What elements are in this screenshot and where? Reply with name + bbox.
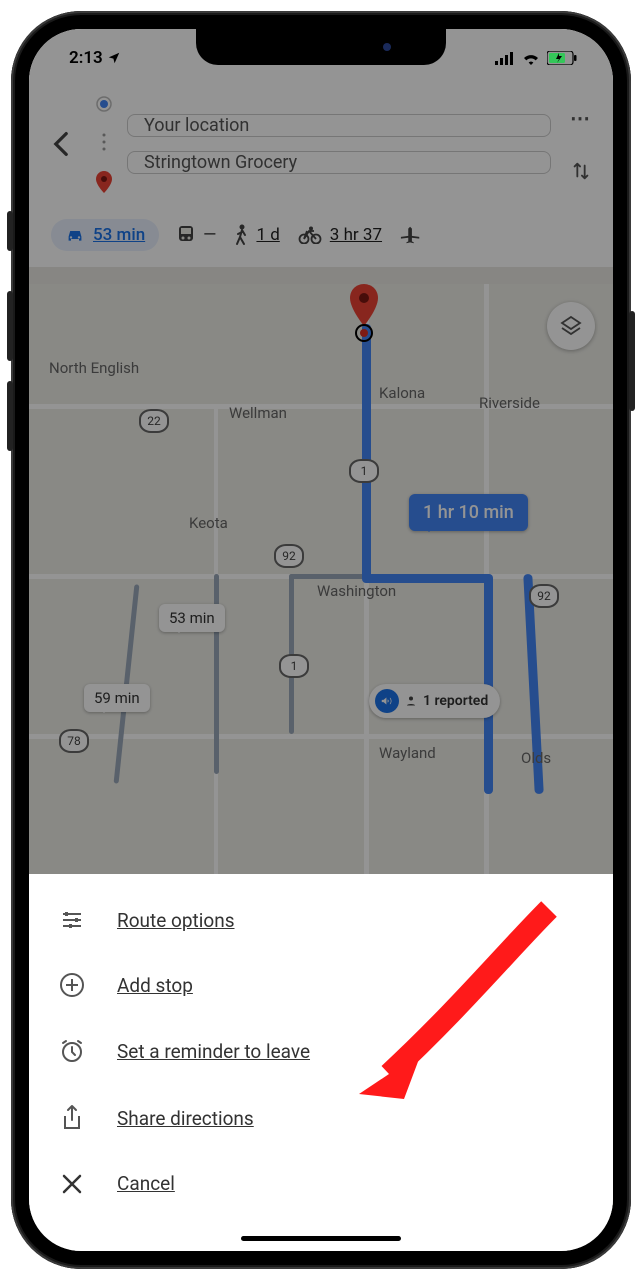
- mode-bike-label: 3 hr 37: [330, 225, 382, 245]
- map-destination-pin-icon: [349, 284, 379, 326]
- person-icon: [405, 695, 417, 707]
- route-alt-label: 59 min: [84, 684, 150, 712]
- cellular-icon: [495, 52, 515, 65]
- mode-walk-label: 1 d: [256, 225, 279, 245]
- car-icon: [65, 227, 85, 243]
- sheet-item-set-reminder[interactable]: Set a reminder to leave: [29, 1018, 613, 1084]
- map-town: Wayland: [379, 744, 436, 762]
- walk-icon: [234, 224, 248, 246]
- layers-icon: [559, 314, 583, 338]
- status-time: 2:13: [69, 48, 103, 68]
- phone-side-button: [629, 311, 635, 411]
- origin-dot-icon: [95, 95, 113, 113]
- phone-side-button: [7, 381, 13, 451]
- sheet-item-route-options[interactable]: Route options: [29, 888, 613, 952]
- route-shield: 22: [139, 409, 169, 433]
- map-town: Wellman: [229, 404, 287, 422]
- layers-button[interactable]: [547, 302, 595, 350]
- plane-icon: [400, 224, 422, 246]
- plus-circle-icon: [59, 972, 85, 998]
- sliders-icon: [60, 908, 84, 932]
- back-button[interactable]: [41, 131, 81, 157]
- origin-text: Your location: [144, 115, 249, 136]
- reported-text: 1 reported: [423, 693, 488, 709]
- map-town: Riverside: [479, 394, 540, 412]
- transit-icon: [177, 225, 195, 245]
- map-town: Olds: [521, 749, 551, 767]
- route-primary-label: 1 hr 10 min: [409, 494, 528, 531]
- sheet-label: Set a reminder to leave: [117, 1040, 310, 1063]
- sheet-label: Route options: [117, 909, 235, 932]
- map-town: North English: [49, 359, 139, 377]
- destination-pin-icon: [96, 171, 112, 193]
- sheet-item-share-directions[interactable]: Share directions: [29, 1084, 613, 1152]
- map-town: Washington: [317, 582, 396, 600]
- route-shield: 1: [279, 654, 309, 678]
- bike-icon: [298, 226, 322, 244]
- location-arrow-icon: [107, 51, 121, 65]
- chevron-left-icon: [52, 131, 70, 157]
- phone-side-button: [7, 211, 13, 251]
- sheet-label: Share directions: [117, 1107, 254, 1130]
- destination-input[interactable]: Stringtown Grocery: [127, 151, 551, 174]
- battery-icon: [547, 51, 577, 65]
- wifi-icon: [521, 51, 541, 65]
- mode-transit-label: —: [203, 225, 216, 245]
- sheet-label: Add stop: [117, 974, 193, 997]
- route-shield: 92: [529, 584, 559, 608]
- swap-icon: [570, 160, 592, 182]
- close-icon: [61, 1173, 83, 1195]
- sheet-item-cancel[interactable]: Cancel: [29, 1152, 613, 1215]
- mode-flight[interactable]: [400, 224, 422, 246]
- status-right: [495, 43, 583, 65]
- route-shield: 1: [349, 459, 379, 483]
- route-shield: 78: [59, 729, 89, 753]
- notch: [196, 29, 446, 65]
- mode-drive[interactable]: 53 min: [51, 219, 159, 251]
- sheet-label: Cancel: [117, 1172, 175, 1195]
- map-town: Keota: [189, 514, 228, 532]
- phone-side-button: [7, 291, 13, 361]
- megaphone-icon: [375, 689, 399, 713]
- home-indicator[interactable]: [241, 1236, 401, 1241]
- dots-vertical-icon: [102, 132, 106, 152]
- camera-dot: [383, 43, 391, 51]
- mode-bike[interactable]: 3 hr 37: [298, 225, 382, 245]
- route-shield: 92: [274, 544, 304, 568]
- alarm-icon: [59, 1038, 85, 1064]
- more-options-button[interactable]: ⋯: [561, 106, 601, 130]
- swap-button[interactable]: [561, 160, 601, 182]
- phone-frame: 2:13 You: [11, 11, 631, 1269]
- status-left: 2:13: [59, 40, 121, 68]
- map-origin-ring-icon: [355, 324, 373, 342]
- destination-text: Stringtown Grocery: [144, 152, 297, 173]
- sheet-item-add-stop[interactable]: Add stop: [29, 952, 613, 1018]
- origin-input[interactable]: Your location: [127, 114, 551, 137]
- route-alt-label: 53 min: [159, 604, 225, 632]
- map-town: Kalona: [379, 384, 425, 402]
- screen: 2:13 You: [29, 29, 613, 1251]
- mode-transit[interactable]: —: [177, 225, 216, 245]
- share-icon: [60, 1104, 84, 1132]
- reported-pill[interactable]: 1 reported: [369, 684, 500, 718]
- mode-walk[interactable]: 1 d: [234, 224, 279, 246]
- travel-mode-row: 53 min — 1 d 3 hr 37: [41, 209, 601, 255]
- mode-drive-label: 53 min: [93, 225, 145, 245]
- options-sheet: Route options Add stop Set a reminder to…: [29, 874, 613, 1251]
